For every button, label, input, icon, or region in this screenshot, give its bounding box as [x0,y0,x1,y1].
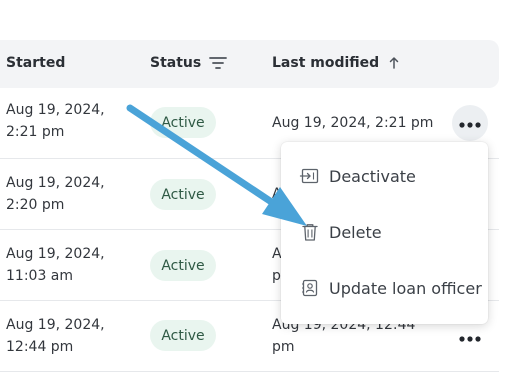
header-status[interactable]: Status [150,55,228,71]
more-horizontal-icon [458,114,482,133]
last-modified-cell: Aug 19, 2024, 2:21 pm [272,112,452,134]
started-date: Aug 19, 2024, 2:21 pm [6,102,105,140]
table-header: Started Status Last modified [0,40,499,88]
arrow-up-icon[interactable] [387,56,401,70]
trash-icon [298,220,322,244]
user-card-icon [298,276,322,300]
status-label: Active [161,186,205,203]
started-cell: Aug 19, 2024, 12:44 pm [6,314,126,358]
started-date: Aug 19, 2024, 12:44 pm [6,317,105,355]
started-date: Aug 19, 2024, 11:03 am [6,246,105,284]
status-badge: Active [150,179,216,210]
header-started-label: Started [6,55,66,71]
actions-dropdown-menu: Deactivate Delete Update loan officer [281,142,488,324]
header-last-modified[interactable]: Last modified [272,55,401,71]
filter-lines-icon[interactable] [209,56,228,70]
status-label: Active [161,114,205,131]
status-badge: Active [150,107,216,138]
started-cell: Aug 19, 2024, 2:20 pm [6,172,126,216]
status-label: Active [161,327,205,344]
more-options-button[interactable] [452,319,488,355]
header-started[interactable]: Started [6,55,65,71]
deactivate-icon [298,164,322,188]
status-label: Active [161,257,205,274]
menu-item-deactivate[interactable]: Deactivate [281,148,488,204]
page: Started Status Last modified Aug 19, 202… [0,0,510,388]
more-horizontal-icon [458,328,482,347]
more-options-button[interactable] [452,105,488,141]
status-badge: Active [150,250,216,281]
menu-item-delete[interactable]: Delete [281,204,488,260]
menu-item-update-loan-officer[interactable]: Update loan officer [281,260,488,316]
menu-item-label: Delete [329,222,382,242]
menu-item-label: Update loan officer [329,278,482,298]
started-cell: Aug 19, 2024, 11:03 am [6,243,126,287]
started-date: Aug 19, 2024, 2:20 pm [6,175,105,213]
started-cell: Aug 19, 2024, 2:21 pm [6,99,126,143]
status-badge: Active [150,320,216,351]
last-modified-date: Aug 19, 2024, 2:21 pm [272,115,434,131]
menu-item-label: Deactivate [329,166,416,186]
header-last-modified-label: Last modified [272,55,380,71]
header-status-label: Status [150,55,202,71]
